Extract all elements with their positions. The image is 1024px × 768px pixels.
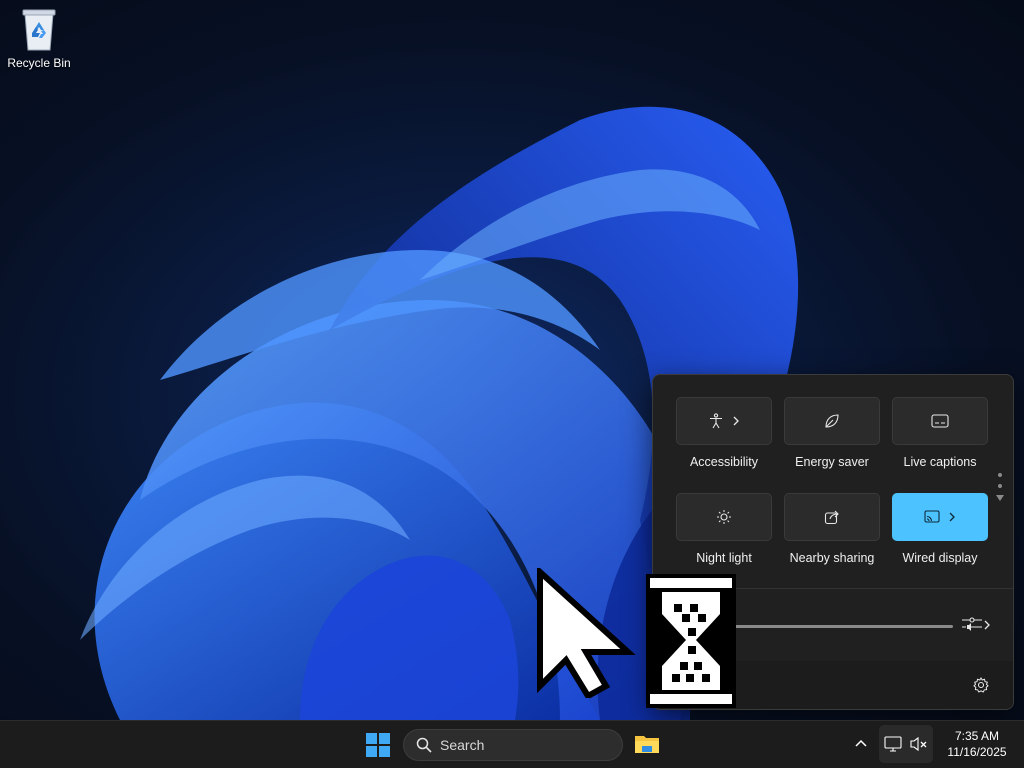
taskbar: Search 7:35 AM 11/16/2025 <box>0 720 1024 768</box>
audio-output-icon[interactable] <box>961 616 983 634</box>
chevron-right-icon <box>733 416 739 426</box>
pager-dot <box>998 484 1002 488</box>
share-icon <box>824 510 839 525</box>
tile-live-captions[interactable] <box>892 397 988 445</box>
taskbar-clock[interactable]: 7:35 AM 11/16/2025 <box>938 728 1016 760</box>
tile-label-nearby-sharing: Nearby sharing <box>789 551 875 565</box>
desktop-icon-label: Recycle Bin <box>7 56 71 70</box>
captions-icon <box>931 414 949 428</box>
search-placeholder: Search <box>440 737 485 753</box>
clock-date: 11/16/2025 <box>947 745 1007 759</box>
tile-label-wired-display: Wired display <box>902 551 978 565</box>
file-explorer-icon[interactable] <box>634 733 660 755</box>
accessibility-icon <box>710 413 722 429</box>
tile-label-energy-saver: Energy saver <box>795 455 869 469</box>
tile-nearby-sharing[interactable] <box>784 493 880 541</box>
clock-time: 7:35 AM <box>954 729 1000 743</box>
network-icon <box>884 736 902 752</box>
chevron-up-icon[interactable] <box>852 735 870 753</box>
pager-down-arrow-icon <box>996 495 1004 501</box>
tile-label-live-captions: Live captions <box>903 455 977 469</box>
desktop-icon-recycle-bin[interactable]: Recycle Bin <box>4 6 74 70</box>
tile-pager[interactable] <box>996 473 1004 501</box>
mouse-pointer-arrow-icon <box>537 568 636 698</box>
sun-icon <box>717 510 731 524</box>
volume-muted-icon <box>910 736 927 752</box>
search-icon <box>416 737 432 753</box>
tile-label-accessibility: Accessibility <box>689 455 759 469</box>
hourglass-busy-cursor-icon <box>646 574 736 708</box>
leaf-icon <box>825 414 839 428</box>
volume-slider[interactable] <box>725 625 953 628</box>
tile-accessibility[interactable] <box>676 397 772 445</box>
chevron-right-icon[interactable] <box>983 619 991 631</box>
windows-start-icon[interactable] <box>366 733 390 757</box>
tile-night-light[interactable] <box>676 493 772 541</box>
taskbar-search-box[interactable]: Search <box>403 729 623 761</box>
chevron-right-icon <box>949 512 955 522</box>
tile-label-night-light: Night light <box>696 551 752 565</box>
tile-energy-saver[interactable] <box>784 397 880 445</box>
gear-icon[interactable] <box>973 677 989 693</box>
tile-wired-display[interactable] <box>892 493 988 541</box>
recycle-bin-icon <box>22 9 56 51</box>
pager-dot <box>998 473 1002 477</box>
cast-icon <box>924 510 940 523</box>
system-tray-group[interactable] <box>879 725 933 763</box>
